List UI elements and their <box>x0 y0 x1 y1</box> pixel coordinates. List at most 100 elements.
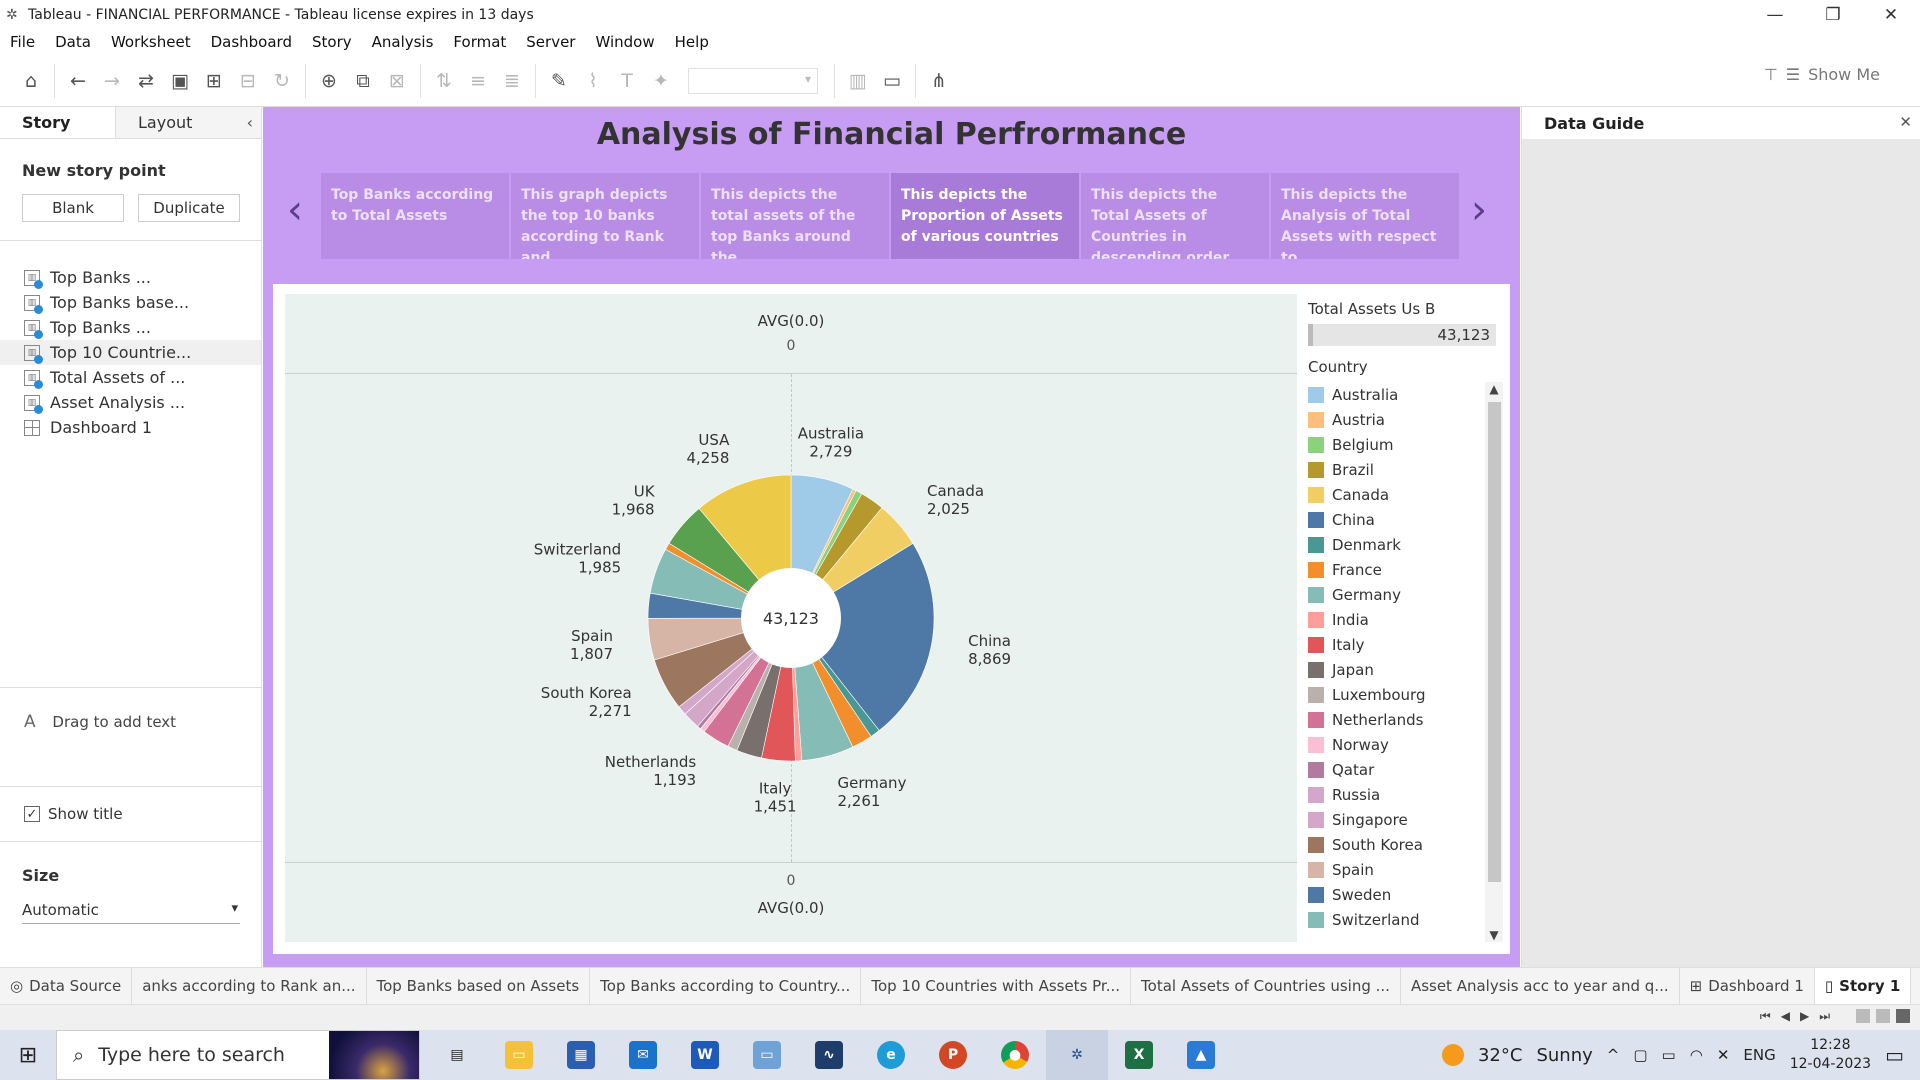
blank-button[interactable]: Blank <box>22 194 124 222</box>
menu-format[interactable]: Format <box>453 33 506 51</box>
tab-layout[interactable]: Layout ‹ <box>116 107 261 138</box>
duplicate-button[interactable]: Duplicate <box>138 194 240 222</box>
sheet-tab[interactable]: Total Assets of Countries using ... <box>1131 967 1401 1005</box>
first-sheet-icon[interactable]: ⏮ <box>1760 1009 1771 1024</box>
refresh-icon[interactable]: ↻ <box>265 64 299 98</box>
show-me-button[interactable]: ⊤ ☰ Show Me <box>1764 65 1880 84</box>
previous-story-point-icon[interactable]: ‹ <box>287 187 303 233</box>
sort-descending-icon[interactable]: ≣ <box>495 64 529 98</box>
drag-to-add-text[interactable]: A Drag to add text <box>0 687 262 787</box>
menu-file[interactable]: File <box>10 33 35 51</box>
collapse-panel-icon[interactable]: ‹ <box>247 113 253 132</box>
chrome-icon[interactable]: ● <box>984 1030 1046 1080</box>
menu-help[interactable]: Help <box>675 33 709 51</box>
sheet-list-item[interactable]: ▥ Top Banks ... <box>0 315 261 340</box>
show-title-toggle[interactable]: ✓ Show title <box>24 805 123 823</box>
restore-button[interactable]: ❐ <box>1804 0 1862 29</box>
battery-icon[interactable]: ▭ <box>1662 1046 1676 1064</box>
clear-sheet-icon[interactable]: ⊠ <box>380 64 414 98</box>
store-icon[interactable]: ▦ <box>550 1030 612 1080</box>
sheet-list-item[interactable]: ▥ Asset Analysis ... <box>0 390 261 415</box>
sheet-tab[interactable]: Top Banks based on Assets <box>367 967 591 1005</box>
sheet-tab[interactable]: anks according to Rank an... <box>132 967 367 1005</box>
swap-icon[interactable]: ⇅ <box>427 64 461 98</box>
legend-item[interactable]: South Korea <box>1308 832 1503 857</box>
scroll-thumb[interactable] <box>1488 402 1501 882</box>
total-assets-filter[interactable]: 43,123 <box>1308 324 1496 346</box>
legend-item[interactable]: Brazil <box>1308 457 1503 482</box>
next-sheet-icon[interactable]: ▶ <box>1800 1009 1809 1024</box>
legend-item[interactable]: Qatar <box>1308 757 1503 782</box>
meet-now-icon[interactable]: ▢ <box>1633 1046 1647 1064</box>
legend-item[interactable]: Denmark <box>1308 532 1503 557</box>
weather-desc[interactable]: Sunny <box>1536 1045 1592 1066</box>
sheet-tab[interactable]: Asset Analysis acc to year and q... <box>1401 967 1680 1005</box>
legend-item[interactable]: Belgium <box>1308 432 1503 457</box>
last-sheet-icon[interactable]: ⏭ <box>1819 1009 1830 1024</box>
language-indicator[interactable]: ENG <box>1743 1046 1775 1064</box>
wifi-icon[interactable]: ◠ <box>1690 1046 1703 1064</box>
pause-updates-icon[interactable]: ⊟ <box>231 64 265 98</box>
pycharm-icon[interactable]: ∿ <box>798 1030 860 1080</box>
show-filmstrip-icon[interactable] <box>1876 1009 1890 1023</box>
highlight-icon[interactable]: ✎ <box>542 64 576 98</box>
duplicate-sheet-icon[interactable]: ⧉ <box>346 64 380 98</box>
presentation-mode-icon[interactable]: ▭ <box>875 64 909 98</box>
undo-icon[interactable]: ← <box>61 64 95 98</box>
legend-item[interactable]: Italy <box>1308 632 1503 657</box>
legend-item[interactable]: Germany <box>1308 582 1503 607</box>
sheet-tab[interactable]: Top Banks according to Country... <box>590 967 862 1005</box>
sheet-list-item[interactable]: ▥ Total Assets of ... <box>0 365 261 390</box>
scroll-down-icon[interactable]: ▼ <box>1485 928 1503 942</box>
redo-icon[interactable]: → <box>95 64 129 98</box>
legend-item[interactable]: India <box>1308 607 1503 632</box>
size-select[interactable]: Automatic <box>22 901 240 924</box>
legend-item[interactable]: Singapore <box>1308 807 1503 832</box>
sheet-tab[interactable]: Top 10 Countries with Assets Pr... <box>861 967 1132 1005</box>
photos-icon[interactable]: ▲ <box>1170 1030 1232 1080</box>
dashboard-tab[interactable]: ⊞ Dashboard 1 <box>1680 967 1815 1005</box>
show-hidden-icons-icon[interactable]: ^ <box>1607 1046 1620 1064</box>
show-cards-icon[interactable]: ▥ <box>841 64 875 98</box>
edge-icon[interactable]: e <box>860 1030 922 1080</box>
mail-icon[interactable]: ✉ <box>612 1030 674 1080</box>
menu-window[interactable]: Window <box>595 33 654 51</box>
close-data-guide-icon[interactable]: ✕ <box>1899 113 1912 131</box>
menu-story[interactable]: Story <box>312 33 352 51</box>
legend-item[interactable]: Russia <box>1308 782 1503 807</box>
close-button[interactable]: ✕ <box>1862 0 1920 29</box>
legend-item[interactable]: Australia <box>1308 382 1503 407</box>
legend-item[interactable]: Austria <box>1308 407 1503 432</box>
sheet-list-item[interactable]: ▥ Top 10 Countrie... <box>0 340 261 365</box>
taskbar-search[interactable]: ⌕ Type here to search <box>56 1030 420 1080</box>
menu-worksheet[interactable]: Worksheet <box>111 33 191 51</box>
legend-item[interactable]: France <box>1308 557 1503 582</box>
story-tab[interactable]: ▯ Story 1 <box>1814 967 1912 1005</box>
legend-item[interactable]: Switzerland <box>1308 907 1503 932</box>
save-icon[interactable]: ▣ <box>163 64 197 98</box>
tableau-taskbar-icon[interactable]: ✲ <box>1046 1030 1108 1080</box>
fit-select[interactable] <box>688 67 818 94</box>
legend-item[interactable]: Sweden <box>1308 882 1503 907</box>
legend-item[interactable]: Canada <box>1308 482 1503 507</box>
story-point[interactable]: This depicts the Total Assets of Countri… <box>1081 173 1269 259</box>
clock[interactable]: 12:28 12-04-2023 <box>1790 1036 1871 1074</box>
minimize-button[interactable]: — <box>1746 0 1804 29</box>
task-view-icon[interactable]: ▤ <box>426 1030 488 1080</box>
story-point[interactable]: This depicts the Analysis of Total Asset… <box>1271 173 1459 259</box>
show-tabs-icon[interactable] <box>1896 1009 1910 1023</box>
notifications-icon[interactable]: ▭ <box>1885 1043 1904 1067</box>
story-point[interactable]: This depicts the total assets of the top… <box>701 173 889 259</box>
legend-item[interactable]: Japan <box>1308 657 1503 682</box>
word-icon[interactable]: W <box>674 1030 736 1080</box>
scroll-up-icon[interactable]: ▲ <box>1485 382 1503 396</box>
computer-icon[interactable]: ▭ <box>736 1030 798 1080</box>
sort-ascending-icon[interactable]: ≡ <box>461 64 495 98</box>
excel-icon[interactable]: X <box>1108 1030 1170 1080</box>
menu-dashboard[interactable]: Dashboard <box>211 33 292 51</box>
home-icon[interactable]: ⌂ <box>14 64 48 98</box>
story-point-active[interactable]: This depicts the Proportion of Assets of… <box>891 173 1079 259</box>
fix-axes-icon[interactable]: ✦ <box>644 64 678 98</box>
legend-scrollbar[interactable]: ▲ ▼ <box>1485 382 1503 942</box>
menu-analysis[interactable]: Analysis <box>372 33 434 51</box>
